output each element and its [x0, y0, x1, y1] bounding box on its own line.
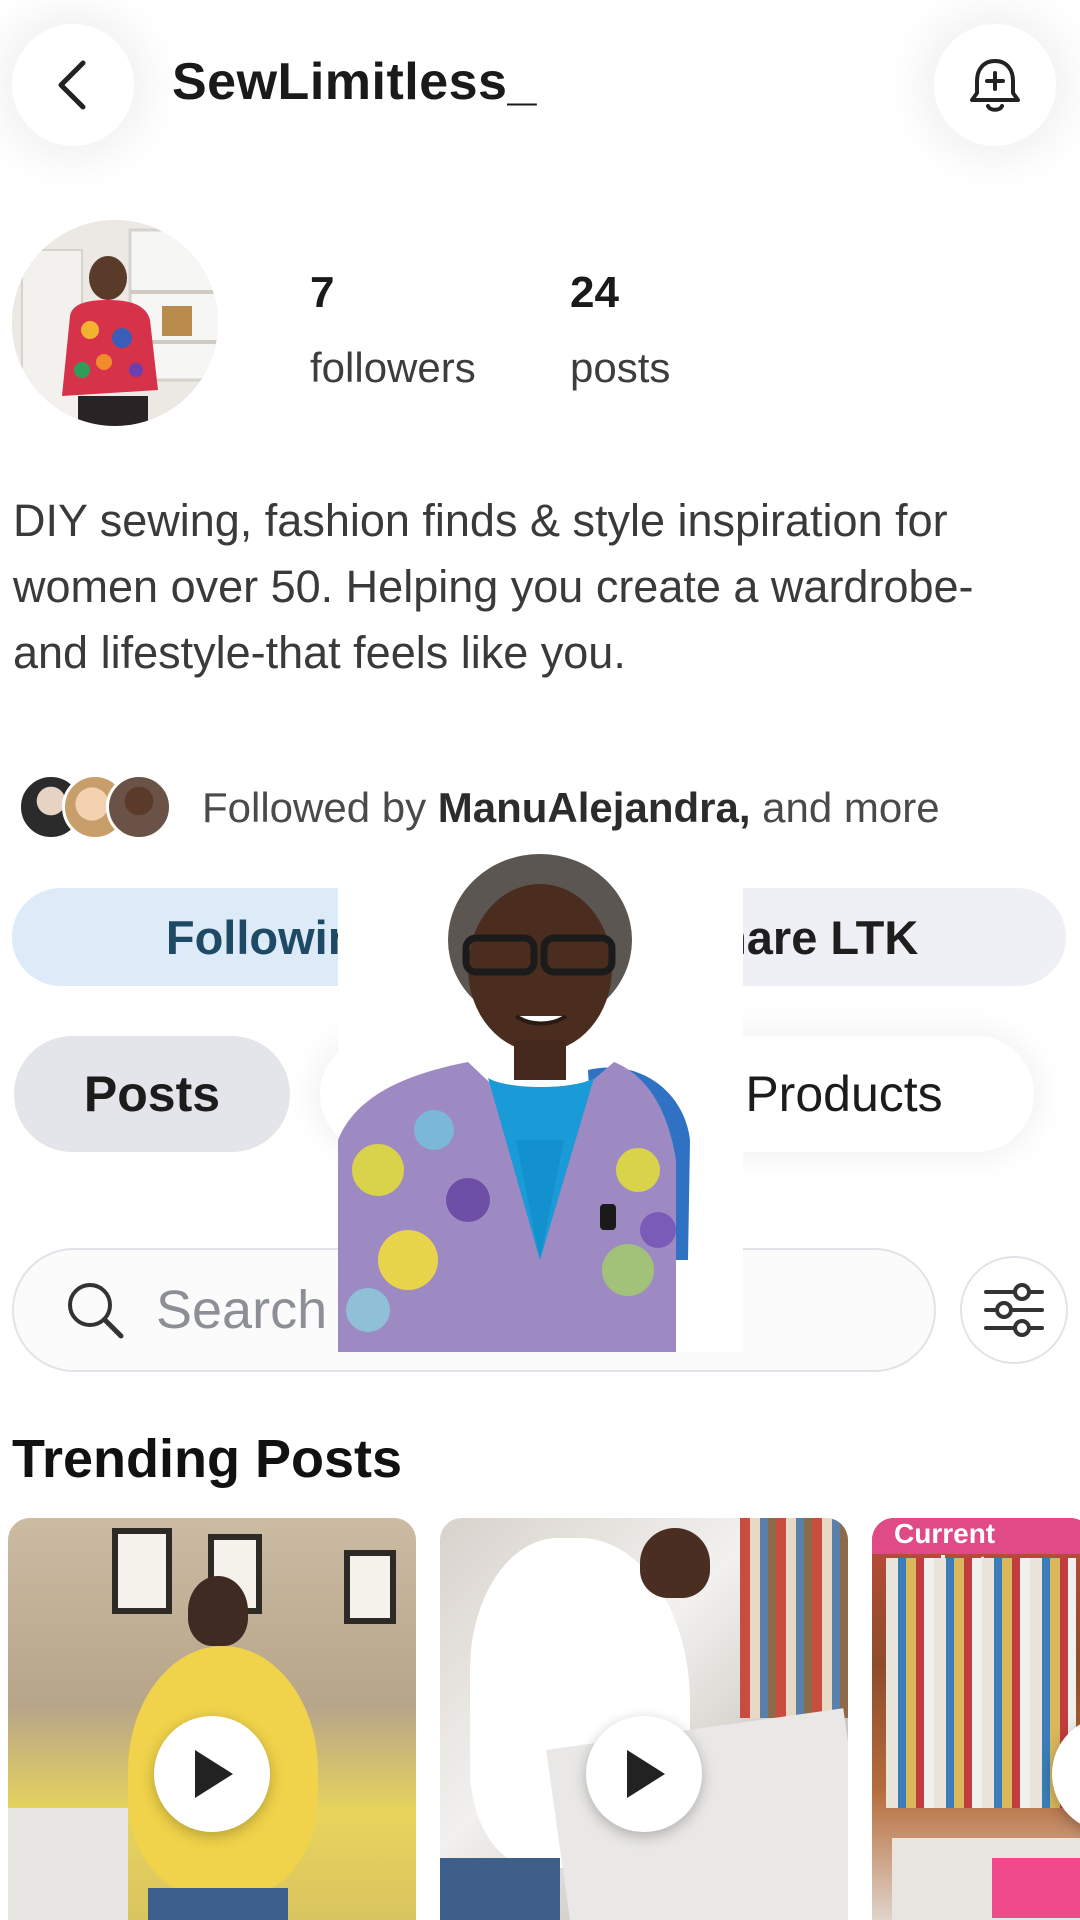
followed-by-text[interactable]: Followed by ManuAlejandra, and more [202, 784, 940, 832]
posts-count: 24 [570, 268, 619, 317]
chevron-left-icon [58, 60, 86, 110]
bookshelf [886, 1558, 1076, 1808]
bell-plus-icon [970, 59, 1020, 112]
sofa [8, 1808, 128, 1920]
profile-bio: DIY sewing, fashion finds & style inspir… [13, 495, 974, 678]
pip-video-overlay[interactable] [338, 840, 743, 1352]
mutual-avatar [106, 774, 172, 840]
tab-posts[interactable]: Posts [14, 1036, 290, 1152]
trending-post-card[interactable] [8, 1518, 416, 1920]
pip-video-frame [338, 840, 743, 1352]
posts-stat[interactable]: 24 posts [570, 268, 670, 392]
followers-count: 7 [310, 268, 335, 317]
jeans [440, 1858, 560, 1920]
followed-by-suffix: and more [750, 784, 940, 831]
play-button[interactable] [586, 1716, 702, 1832]
picture-frame [344, 1550, 396, 1624]
jeans [148, 1888, 288, 1920]
filter-button[interactable] [960, 1256, 1068, 1364]
picture-frame [112, 1528, 172, 1614]
followed-by-row[interactable] [18, 774, 172, 840]
avatar-image [12, 220, 218, 426]
followed-by-name[interactable]: ManuAlejandra, [438, 784, 751, 831]
play-icon [627, 1750, 665, 1798]
bookshelf [740, 1518, 848, 1718]
profile-avatar[interactable] [12, 220, 218, 426]
card-tag: Current project [872, 1518, 1080, 1581]
page-title: SewLimitless_ [172, 53, 537, 111]
play-icon [195, 1750, 233, 1798]
play-button[interactable] [154, 1716, 270, 1832]
trending-post-card[interactable]: Current project [872, 1518, 1080, 1920]
trending-post-card[interactable] [440, 1518, 848, 1920]
fabric [992, 1858, 1080, 1918]
person-figure [640, 1528, 710, 1598]
notify-bell-button[interactable] [934, 24, 1056, 146]
back-button[interactable] [12, 24, 134, 146]
person-figure [188, 1576, 248, 1646]
followers-label: followers [310, 344, 476, 391]
trending-posts-heading: Trending Posts [12, 1429, 403, 1489]
sliders-icon [984, 1283, 1044, 1337]
search-icon [68, 1283, 124, 1339]
posts-label: posts [570, 344, 671, 391]
followers-stat[interactable]: 7 followers [310, 268, 476, 392]
followed-by-prefix: Followed by [202, 784, 438, 831]
top-bar: SewLimitless_ [0, 0, 1080, 180]
